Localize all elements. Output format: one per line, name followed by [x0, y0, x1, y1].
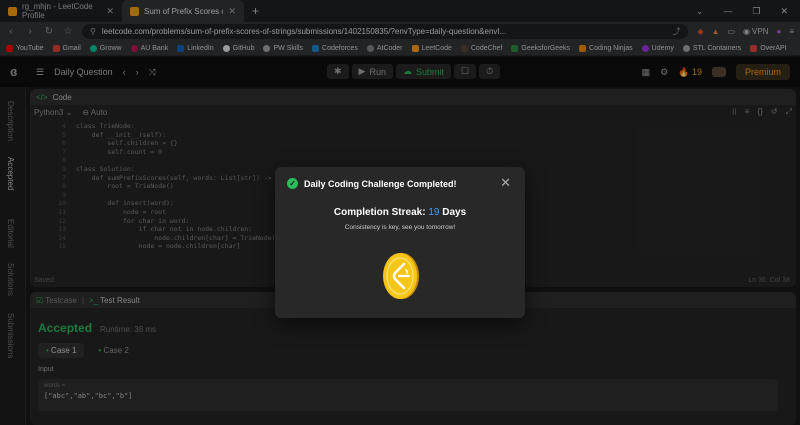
check-circle-icon: ✓ [287, 178, 298, 189]
streak-suffix: Days [442, 207, 467, 218]
leetcode-coin-icon [383, 253, 419, 299]
modal-subtitle: Consistency is key, see you tomorrow! [344, 224, 456, 231]
close-icon[interactable]: ✕ [500, 175, 511, 191]
modal-title-text: Daily Coding Challenge Completed! [304, 178, 457, 189]
streak-value: 19 [428, 207, 440, 218]
challenge-complete-modal: ✓ Daily Coding Challenge Completed! ✕ Co… [275, 167, 525, 318]
streak-prefix: Completion Streak: [333, 207, 426, 218]
completion-streak: Completion Streak: 19 Days [275, 207, 525, 218]
modal-title: ✓ Daily Coding Challenge Completed! [287, 178, 457, 189]
